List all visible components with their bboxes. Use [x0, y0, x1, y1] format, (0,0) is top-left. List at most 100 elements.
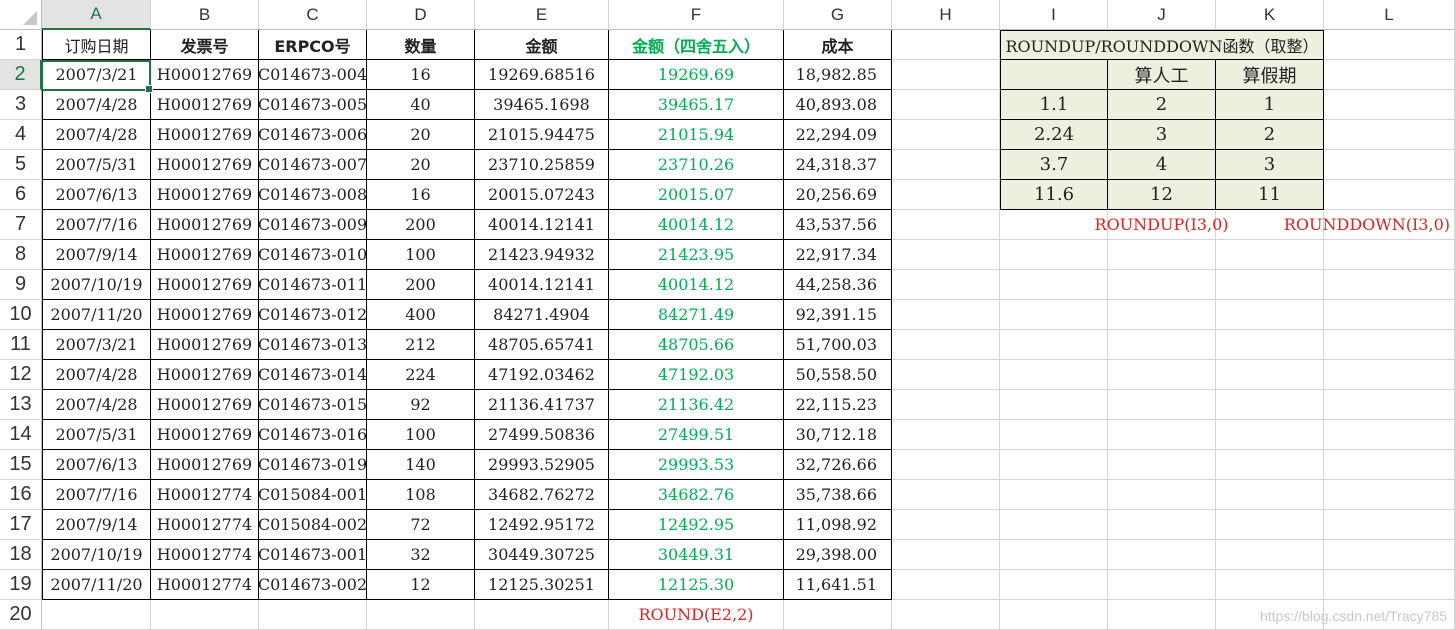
table-cell[interactable]: 30449.30725	[475, 540, 609, 570]
table-header-cell[interactable]: 成本	[784, 30, 892, 60]
grid-cell[interactable]	[1324, 180, 1455, 210]
table-cell[interactable]: 2007/6/13	[42, 450, 151, 480]
grid-cell[interactable]	[1324, 390, 1455, 420]
grid-cell[interactable]	[1000, 330, 1108, 360]
table-cell[interactable]: 39465.1698	[475, 90, 609, 120]
table-cell[interactable]: 2007/4/28	[42, 390, 151, 420]
table-cell[interactable]: 84271.4904	[475, 300, 609, 330]
table-cell[interactable]: 34682.76	[609, 480, 784, 510]
right-table-cell[interactable]: 11	[1216, 180, 1324, 210]
rounddown-formula-note[interactable]: ROUNDDOWN(I3,0)	[1284, 210, 1455, 240]
grid-cell[interactable]	[1000, 420, 1108, 450]
right-table-cell[interactable]: 2	[1216, 120, 1324, 150]
grid-cell[interactable]	[1324, 30, 1455, 60]
table-cell[interactable]: 21423.94932	[475, 240, 609, 270]
table-cell[interactable]: H00012774	[151, 510, 259, 540]
grid-cell[interactable]	[892, 180, 1000, 210]
grid-cell[interactable]	[151, 600, 259, 630]
table-cell[interactable]: 2007/7/16	[42, 210, 151, 240]
column-header-h[interactable]: H	[892, 0, 1000, 30]
row-header-4[interactable]: 4	[0, 120, 42, 150]
row-header-8[interactable]: 8	[0, 240, 42, 270]
table-cell[interactable]: 224	[367, 360, 475, 390]
table-header-cell[interactable]: 金额	[475, 30, 609, 60]
table-cell[interactable]: 22,917.34	[784, 240, 892, 270]
right-table-cell[interactable]: 3.7	[1000, 150, 1108, 180]
column-header-j[interactable]: J	[1108, 0, 1216, 30]
right-table-col-header[interactable]	[1000, 60, 1108, 90]
table-cell[interactable]: 27499.50836	[475, 420, 609, 450]
table-cell[interactable]: C014673-012	[258, 300, 367, 330]
column-header-c[interactable]: C	[259, 0, 367, 30]
right-table-cell[interactable]: 2	[1108, 90, 1216, 120]
grid-cell[interactable]	[1000, 480, 1108, 510]
table-cell[interactable]: C014673-005	[258, 90, 367, 120]
grid-cell[interactable]	[1324, 120, 1455, 150]
grid-cell[interactable]	[1216, 240, 1324, 270]
row-header-19[interactable]: 19	[0, 570, 42, 600]
row-header-3[interactable]: 3	[0, 90, 42, 120]
table-cell[interactable]: 2007/7/16	[42, 480, 151, 510]
right-table-col-header[interactable]: 算人工	[1108, 60, 1216, 90]
grid-cell[interactable]	[1000, 510, 1108, 540]
table-cell[interactable]: H00012769	[151, 120, 259, 150]
table-cell[interactable]: 47192.03	[609, 360, 784, 390]
table-cell[interactable]: 29993.52905	[475, 450, 609, 480]
table-cell[interactable]: 84271.49	[609, 300, 784, 330]
table-cell[interactable]: 11,098.92	[784, 510, 892, 540]
table-cell[interactable]: C014673-004	[258, 60, 367, 90]
grid-cell[interactable]	[892, 540, 1000, 570]
table-cell[interactable]: 2007/9/14	[42, 240, 151, 270]
grid-cell[interactable]	[1108, 390, 1216, 420]
grid-cell[interactable]	[1216, 300, 1324, 330]
table-cell[interactable]: 108	[367, 480, 475, 510]
table-cell[interactable]: 18,982.85	[784, 60, 892, 90]
grid-cell[interactable]	[1324, 60, 1455, 90]
row-header-10[interactable]: 10	[0, 300, 42, 330]
grid-cell[interactable]	[892, 120, 1000, 150]
table-cell[interactable]: 50,558.50	[784, 360, 892, 390]
grid-cell[interactable]	[1000, 570, 1108, 600]
row-header-1[interactable]: 1	[0, 30, 42, 60]
table-cell[interactable]: 22,115.23	[784, 390, 892, 420]
grid-cell[interactable]	[1324, 480, 1455, 510]
column-header-g[interactable]: G	[784, 0, 892, 30]
table-cell[interactable]: H00012774	[151, 570, 259, 600]
round-formula-note[interactable]: ROUND(E2,2)	[609, 600, 784, 630]
grid-cell[interactable]	[1216, 360, 1324, 390]
table-cell[interactable]: 34682.76272	[475, 480, 609, 510]
table-cell[interactable]: 2007/10/19	[42, 540, 151, 570]
table-cell[interactable]: 22,294.09	[784, 120, 892, 150]
grid-cell[interactable]	[1324, 420, 1455, 450]
grid-cell[interactable]	[1108, 480, 1216, 510]
table-cell[interactable]: 100	[367, 240, 475, 270]
table-cell[interactable]: C014673-013	[258, 330, 367, 360]
grid-cell[interactable]	[1216, 390, 1324, 420]
grid-cell[interactable]	[1216, 570, 1324, 600]
row-header-15[interactable]: 15	[0, 450, 42, 480]
grid-cell[interactable]	[1108, 420, 1216, 450]
table-cell[interactable]: 12125.30	[609, 570, 784, 600]
grid-cell[interactable]	[892, 90, 1000, 120]
table-cell[interactable]: 12492.95172	[475, 510, 609, 540]
grid-cell[interactable]	[1324, 90, 1455, 120]
grid-cell[interactable]	[1108, 270, 1216, 300]
table-cell[interactable]: 27499.51	[609, 420, 784, 450]
grid-cell[interactable]	[1108, 570, 1216, 600]
table-cell[interactable]: 2007/3/21	[42, 60, 151, 90]
table-cell[interactable]: H00012769	[151, 420, 259, 450]
grid-cell[interactable]	[1324, 510, 1455, 540]
table-cell[interactable]: 200	[367, 210, 475, 240]
table-cell[interactable]: 92	[367, 390, 475, 420]
grid-cell[interactable]	[892, 450, 1000, 480]
table-cell[interactable]: H00012769	[151, 390, 259, 420]
table-cell[interactable]: C014673-010	[258, 240, 367, 270]
grid-cell[interactable]	[892, 510, 1000, 540]
table-cell[interactable]: 32,726.66	[784, 450, 892, 480]
table-cell[interactable]: 19269.68516	[475, 60, 609, 90]
table-cell[interactable]: H00012769	[151, 270, 259, 300]
grid-cell[interactable]	[1108, 300, 1216, 330]
grid-cell[interactable]	[1000, 300, 1108, 330]
table-cell[interactable]: C014673-015	[258, 390, 367, 420]
grid-cell[interactable]	[1108, 240, 1216, 270]
